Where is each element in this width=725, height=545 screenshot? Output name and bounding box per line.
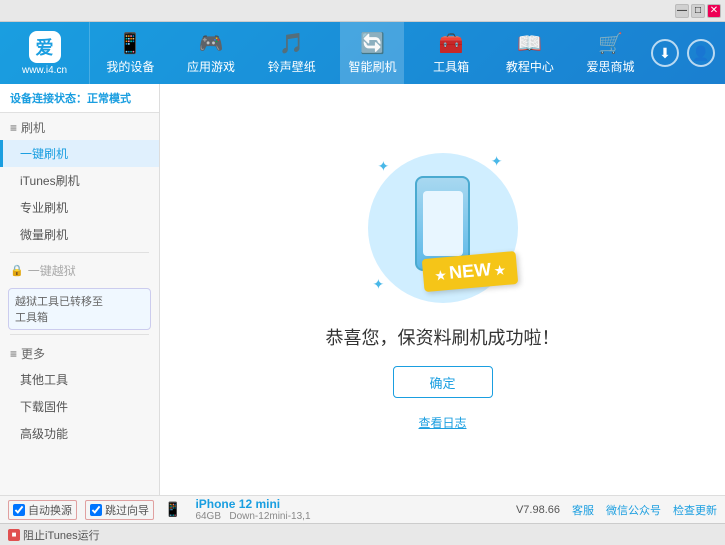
apps-games-icon: 🎮 [199, 31, 224, 56]
sidebar: 设备连接状态：正常模式 ≡ 刷机 一键刷机 iTunes刷机 专业刷机 微量刷机… [0, 84, 160, 495]
toolbox-icon: 🧰 [439, 31, 464, 56]
sidebar-item-pro-flash[interactable]: 专业刷机 [0, 194, 159, 221]
sidebar-item-micro-flash[interactable]: 微量刷机 [0, 221, 159, 248]
smart-flash-icon: 🔄 [360, 31, 385, 56]
ringtones-icon: 🎵 [279, 31, 304, 56]
nav-ringtones[interactable]: 🎵 铃声壁纸 [260, 22, 324, 84]
download-btn[interactable]: ⬇ [651, 39, 679, 67]
title-bar: — □ ✕ [0, 0, 725, 22]
nav-my-device[interactable]: 📱 我的设备 [98, 22, 162, 84]
device-info: iPhone 12 mini 64GB Down-12mini-13,1 [195, 497, 310, 522]
sidebar-item-other-tools[interactable]: 其他工具 [0, 366, 159, 393]
sparkle-1: ✦ [378, 158, 390, 175]
flash-section-icon: ≡ [10, 121, 17, 135]
sidebar-divider-2 [10, 334, 149, 335]
nav-items: 📱 我的设备 🎮 应用游戏 🎵 铃声壁纸 🔄 智能刷机 🧰 工具箱 📖 教程中心… [90, 22, 651, 84]
sidebar-item-advanced[interactable]: 高级功能 [0, 420, 159, 447]
confirm-button[interactable]: 确定 [393, 366, 493, 398]
jailbreak-notice: 越狱工具已转移至 工具箱 [8, 288, 151, 330]
auto-source-checkbox[interactable]: 自动换源 [8, 500, 77, 520]
nav-right: ⬇ 👤 [651, 39, 725, 67]
view-log-link[interactable]: 查看日志 [418, 414, 466, 431]
minimize-btn[interactable]: — [675, 4, 689, 18]
status-bar: 设备连接状态：正常模式 [0, 84, 159, 113]
my-device-icon: 📱 [118, 31, 143, 56]
version-label: V7.98.66 [516, 504, 560, 516]
device-name: iPhone 12 mini [195, 497, 310, 511]
phone-screen [423, 191, 463, 256]
separator-icon: 📱 [164, 501, 181, 518]
success-illustration: ✦ ✦ ✦ NEW 恭喜您，保资料刷机成功啦！ 确定 查看日志 [326, 148, 560, 431]
more-section-icon: ≡ [10, 347, 17, 361]
nav-tutorials[interactable]: 📖 教程中心 [498, 22, 562, 84]
itunes-bar: ■ 阻止iTunes运行 [0, 523, 725, 545]
sidebar-item-download-firmware[interactable]: 下载固件 [0, 393, 159, 420]
service-link[interactable]: 客服 [572, 502, 594, 518]
device-sub: 64GB Down-12mini-13,1 [195, 511, 310, 522]
bottom-right: V7.98.66 客服 微信公众号 检查更新 [516, 502, 717, 518]
wechat-link[interactable]: 微信公众号 [606, 502, 661, 518]
notice-text: 越狱工具已转移至 工具箱 [15, 293, 103, 325]
sparkle-2: ✦ [491, 153, 503, 170]
stop-icon: ■ [8, 529, 20, 541]
mall-icon: 🛒 [598, 31, 623, 56]
bottom-bar: 自动换源 跳过向导 📱 iPhone 12 mini 64GB Down-12m… [0, 495, 725, 523]
skip-guide-checkbox[interactable]: 跳过向导 [85, 500, 154, 520]
logo-text: www.i4.cn [22, 65, 67, 76]
maximize-btn[interactable]: □ [691, 4, 705, 18]
success-text: 恭喜您，保资料刷机成功啦！ [326, 324, 560, 350]
sidebar-item-one-click-flash[interactable]: 一键刷机 [0, 140, 159, 167]
sidebar-section-flash: ≡ 刷机 [0, 113, 159, 140]
locked-jailbreak: 🔒 一键越狱 [0, 257, 159, 284]
content-area: ✦ ✦ ✦ NEW 恭喜您，保资料刷机成功啦！ 确定 查看日志 [160, 84, 725, 495]
nav-smart-flash[interactable]: 🔄 智能刷机 [340, 22, 404, 84]
main-layout: 设备连接状态：正常模式 ≡ 刷机 一键刷机 iTunes刷机 专业刷机 微量刷机… [0, 84, 725, 495]
new-ribbon: NEW [422, 251, 519, 292]
sidebar-section-more: ≡ 更多 [0, 339, 159, 366]
itunes-stop-btn[interactable]: ■ 阻止iTunes运行 [8, 527, 100, 543]
sidebar-divider-1 [10, 252, 149, 253]
phone-container: ✦ ✦ ✦ NEW [363, 148, 523, 308]
lock-icon: 🔒 [10, 264, 24, 277]
sidebar-item-itunes-flash[interactable]: iTunes刷机 [0, 167, 159, 194]
nav-mall[interactable]: 🛒 爱思商城 [579, 22, 643, 84]
nav-toolbox[interactable]: 🧰 工具箱 [421, 22, 481, 84]
update-btn[interactable]: 检查更新 [673, 502, 717, 518]
skip-guide-input[interactable] [90, 504, 102, 516]
logo[interactable]: 爱 www.i4.cn [0, 22, 90, 84]
user-btn[interactable]: 👤 [687, 39, 715, 67]
header: 爱 www.i4.cn 📱 我的设备 🎮 应用游戏 🎵 铃声壁纸 🔄 智能刷机 … [0, 22, 725, 84]
nav-apps-games[interactable]: 🎮 应用游戏 [179, 22, 243, 84]
logo-icon: 爱 [29, 31, 61, 63]
close-btn[interactable]: ✕ [707, 4, 721, 18]
auto-source-input[interactable] [13, 504, 25, 516]
sparkle-3: ✦ [373, 276, 385, 293]
tutorials-icon: 📖 [517, 31, 542, 56]
